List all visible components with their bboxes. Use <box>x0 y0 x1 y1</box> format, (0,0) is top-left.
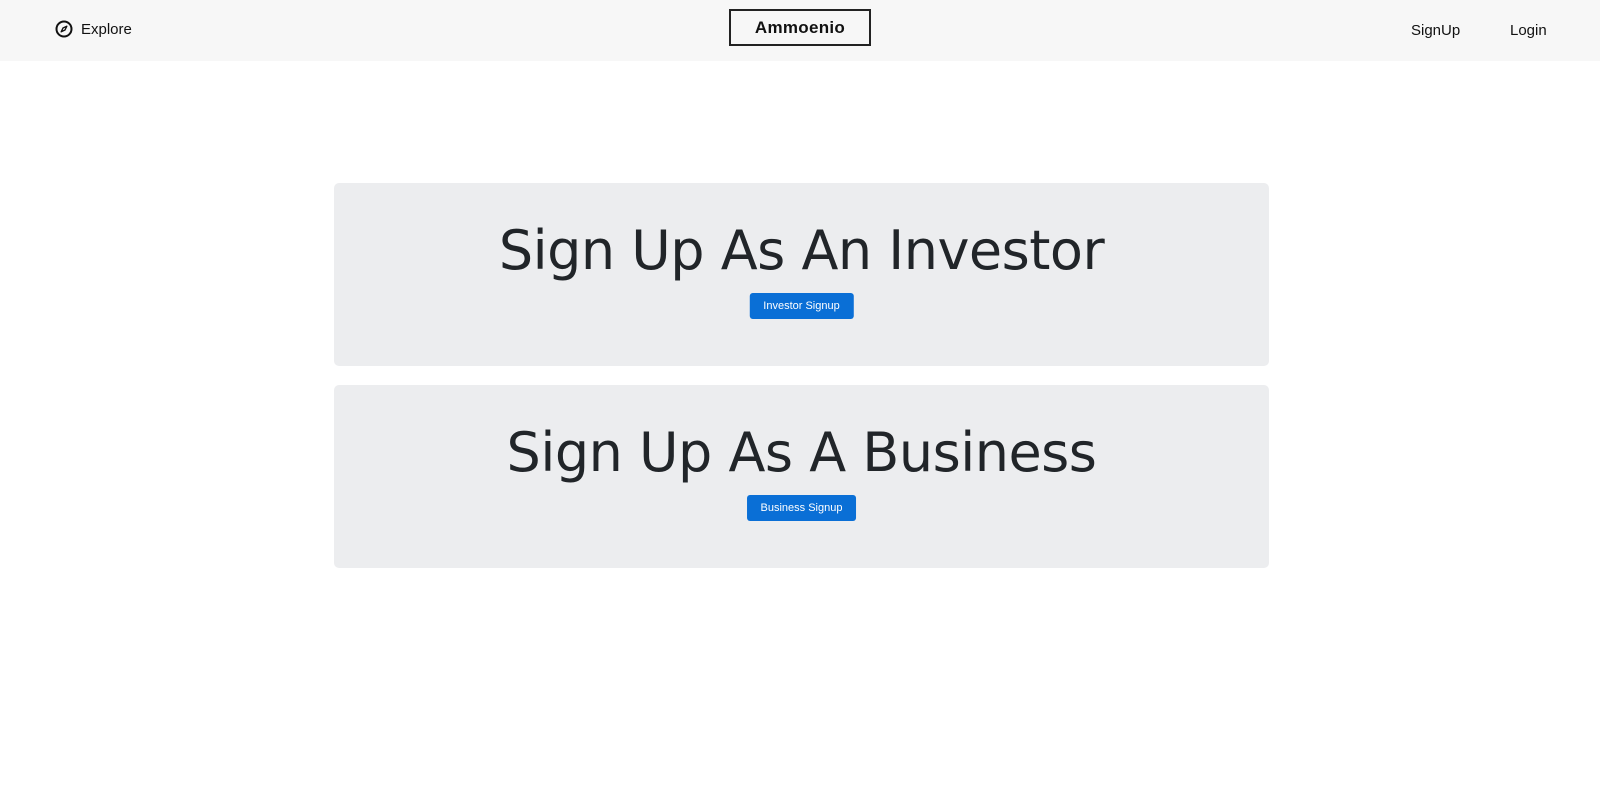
brand-logo[interactable]: Ammoenio <box>729 9 871 46</box>
compass-icon <box>55 20 73 38</box>
explore-link[interactable]: Explore <box>55 20 132 38</box>
investor-card-title: Sign Up As An Investor <box>498 219 1105 282</box>
business-card-title: Sign Up As A Business <box>506 421 1097 484</box>
login-link[interactable]: Login <box>1510 22 1547 39</box>
investor-signup-button[interactable]: Investor Signup <box>749 293 854 319</box>
business-signup-button[interactable]: Business Signup <box>746 495 857 521</box>
signup-link[interactable]: SignUp <box>1411 22 1460 39</box>
investor-signup-card: Sign Up As An Investor Investor Signup <box>334 183 1269 366</box>
explore-label: Explore <box>81 20 132 38</box>
business-signup-card: Sign Up As A Business Business Signup <box>334 385 1269 568</box>
top-navbar: Explore Ammoenio SignUp Login <box>0 0 1600 61</box>
